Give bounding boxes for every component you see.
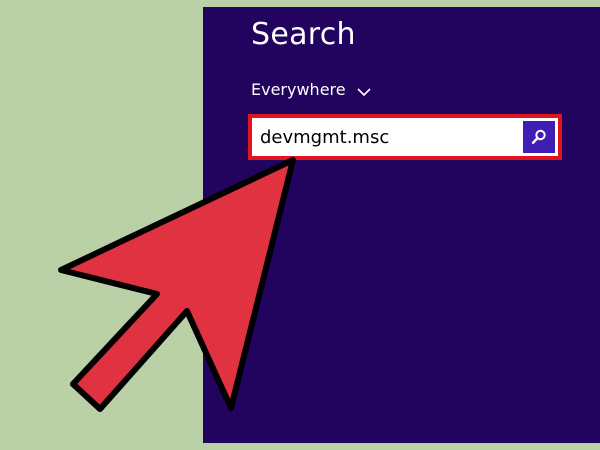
pane-title: Search [251, 17, 356, 52]
magnifier-icon [530, 128, 548, 146]
search-input[interactable] [256, 122, 520, 152]
scope-dropdown-label: Everywhere [251, 79, 346, 99]
scope-dropdown[interactable]: Everywhere [251, 78, 371, 100]
search-button[interactable] [523, 121, 555, 153]
search-input-wrap [256, 122, 520, 152]
search-charm-pane: Search Everywhere [203, 7, 600, 443]
chevron-down-icon [357, 84, 371, 97]
search-box-highlight [248, 114, 562, 160]
